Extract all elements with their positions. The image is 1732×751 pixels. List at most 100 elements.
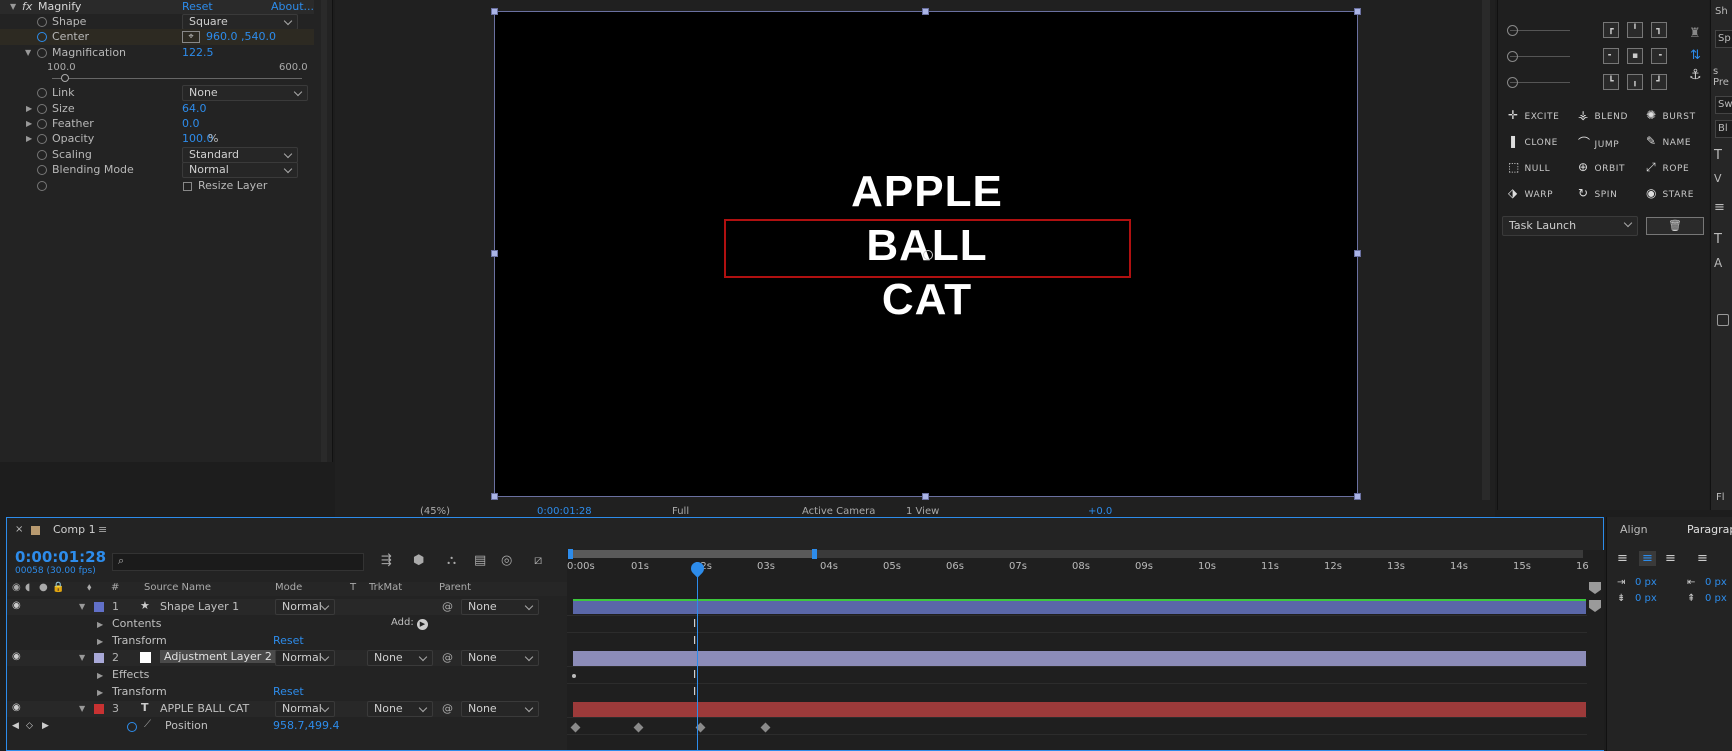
expand-triangle-icon[interactable]: ▶ xyxy=(26,119,32,128)
jump-button[interactable]: ⌒ JUMP xyxy=(1578,134,1619,151)
resolution-dropdown[interactable]: Full xyxy=(672,506,689,517)
anchor-grid-button[interactable]: ┗ xyxy=(1603,74,1619,90)
feather-value[interactable]: 0.0 xyxy=(182,117,200,130)
resize-layer-checkbox[interactable] xyxy=(183,182,192,191)
magnification-slider-track[interactable] xyxy=(52,78,302,79)
anchor-grid-button[interactable]: ┓ xyxy=(1651,22,1667,38)
draft-3d-icon[interactable]: ⬢ xyxy=(413,553,424,568)
layer-name[interactable]: Adjustment Layer 2 xyxy=(160,650,276,663)
space-before-icon[interactable]: ⇟ xyxy=(1617,593,1625,604)
effect-about-link[interactable]: About... xyxy=(271,0,314,13)
scaling-dropdown[interactable]: Standard xyxy=(182,147,298,163)
viewer-timecode[interactable]: 0:00:01:28 xyxy=(537,506,592,517)
current-time-indicator-line[interactable] xyxy=(697,573,698,751)
stopwatch-icon[interactable] xyxy=(37,165,47,175)
transform-reset-link[interactable]: Reset xyxy=(273,685,304,698)
camera-dropdown[interactable]: Active Camera xyxy=(802,506,875,517)
layer-bar-2[interactable] xyxy=(573,651,1586,666)
side-dropdown[interactable]: Sw xyxy=(1715,96,1732,114)
composition-canvas[interactable]: APPLE BALL CAT xyxy=(494,11,1358,497)
align-center-icon[interactable]: ≡ xyxy=(1639,551,1656,566)
layer-mode-dropdown[interactable]: Normal xyxy=(275,599,335,615)
canvas-handle[interactable] xyxy=(922,493,929,500)
transform-label[interactable]: Transform xyxy=(112,685,167,698)
canvas-handle[interactable] xyxy=(491,493,498,500)
anchor-grid-button[interactable]: ┛ xyxy=(1651,74,1667,90)
canvas-handle[interactable] xyxy=(491,8,498,15)
align-right-icon[interactable]: ≡ xyxy=(1665,551,1676,566)
zoom-dropdown[interactable]: (45%) xyxy=(420,506,450,517)
exposure-value[interactable]: +0.0 xyxy=(1088,506,1112,517)
add-keyframe-icon[interactable]: ◇ xyxy=(26,721,33,731)
add-icon[interactable]: ▶ xyxy=(417,619,428,630)
null-button[interactable]: ⬚ NULL xyxy=(1508,160,1550,174)
viewer-scrollbar[interactable] xyxy=(1482,0,1490,500)
eye-icon[interactable]: ◉ xyxy=(12,600,21,611)
audio-toggle-icon[interactable]: ◖ xyxy=(25,582,30,593)
justify-icon[interactable]: ≡ xyxy=(1697,551,1708,566)
shy-icon[interactable]: ⛬ xyxy=(447,553,456,568)
column-parent[interactable]: Parent xyxy=(439,582,471,593)
next-keyframe-icon[interactable]: ▶ xyxy=(42,721,49,731)
canvas-handle[interactable] xyxy=(1354,8,1361,15)
video-toggle-icon[interactable]: ◉ xyxy=(12,582,21,593)
task-launch-dropdown[interactable]: Task Launch xyxy=(1502,216,1638,236)
trkmat-dropdown[interactable]: None xyxy=(367,650,433,666)
text-size-icon[interactable]: T xyxy=(1714,148,1722,163)
space-after-icon[interactable]: ⇞ xyxy=(1687,593,1695,604)
layer-bar-3[interactable] xyxy=(573,702,1586,717)
slider-knob[interactable] xyxy=(1507,25,1518,36)
indent-left-icon[interactable]: ⇥ xyxy=(1617,577,1625,588)
label-icon[interactable]: ⬧ xyxy=(87,582,92,593)
anchor-icon[interactable]: ⚓ xyxy=(1689,67,1702,83)
pickwhip-icon[interactable]: @ xyxy=(442,600,453,613)
side-dropdown[interactable]: Sp xyxy=(1715,30,1732,48)
space-before-value[interactable]: 0 px xyxy=(1635,593,1657,604)
expand-triangle-icon[interactable]: ▼ xyxy=(79,704,85,713)
canvas-handle[interactable] xyxy=(1354,493,1361,500)
column-mode[interactable]: Mode xyxy=(275,582,302,593)
expand-triangle-icon[interactable]: ▶ xyxy=(26,104,32,113)
graph-editor-icon[interactable]: ⧄ xyxy=(534,553,542,568)
layer-name[interactable]: APPLE BALL CAT xyxy=(160,702,249,715)
square-icon[interactable] xyxy=(1717,314,1729,326)
expand-triangle-icon[interactable]: ▼ xyxy=(79,653,85,662)
canvas-handle[interactable] xyxy=(1354,250,1361,257)
expand-triangle-icon[interactable]: ▶ xyxy=(97,671,103,680)
spin-button[interactable]: ↻ SPIN xyxy=(1578,186,1617,200)
layer-row-1[interactable]: ◉ ▼ 1 ★ Shape Layer 1 Normal @ None xyxy=(7,599,539,615)
text-indent-icon[interactable]: ≡ xyxy=(1714,200,1725,215)
align-tab[interactable]: Align xyxy=(1620,523,1648,536)
name-button[interactable]: ✎ NAME xyxy=(1646,134,1691,148)
layer-row-3[interactable]: ◉ ▼ 3 T APPLE BALL CAT Normal None @ Non… xyxy=(7,701,539,717)
work-area-range[interactable] xyxy=(571,550,814,558)
canvas-handle[interactable] xyxy=(922,8,929,15)
size-value[interactable]: 64.0 xyxy=(182,102,207,115)
excite-button[interactable]: ✛ EXCITE xyxy=(1508,108,1559,122)
side-dropdown[interactable]: Bl xyxy=(1715,120,1732,138)
composition-mini-flowchart-icon[interactable]: ⇶ xyxy=(381,553,392,568)
rope-button[interactable]: ⤢ ROPE xyxy=(1646,160,1689,175)
motion-blur-icon[interactable]: ◎ xyxy=(501,553,512,568)
graph-icon[interactable]: ⟋ xyxy=(144,719,151,730)
magnify-shape-box[interactable] xyxy=(724,219,1131,278)
delete-button[interactable]: 🗑 xyxy=(1646,217,1704,235)
link-dropdown[interactable]: None xyxy=(182,85,308,101)
layer-label-color[interactable] xyxy=(94,653,104,663)
leading-icon[interactable]: T xyxy=(1714,232,1722,247)
transform-reset-link[interactable]: Reset xyxy=(273,634,304,647)
indent-right-value[interactable]: 0 px xyxy=(1705,577,1727,588)
stopwatch-icon[interactable] xyxy=(37,104,47,114)
transform-label[interactable]: Transform xyxy=(112,634,167,647)
stopwatch-icon[interactable] xyxy=(37,119,47,129)
timeline-tab-label[interactable]: Comp 1 xyxy=(53,523,96,536)
stopwatch-icon[interactable] xyxy=(37,150,47,160)
expand-triangle-icon[interactable]: ▶ xyxy=(97,620,103,629)
anchor-grid-button[interactable]: ╹ xyxy=(1627,22,1643,38)
anchor-grid-button[interactable]: ╺ xyxy=(1651,48,1667,64)
lock-toggle-icon[interactable]: 🔒 xyxy=(52,582,64,593)
align-left-icon[interactable]: ≡ xyxy=(1617,551,1628,566)
layer-label-color[interactable] xyxy=(94,602,104,612)
eye-icon[interactable]: ◉ xyxy=(12,702,21,713)
orbit-button[interactable]: ⊕ ORBIT xyxy=(1578,160,1625,174)
